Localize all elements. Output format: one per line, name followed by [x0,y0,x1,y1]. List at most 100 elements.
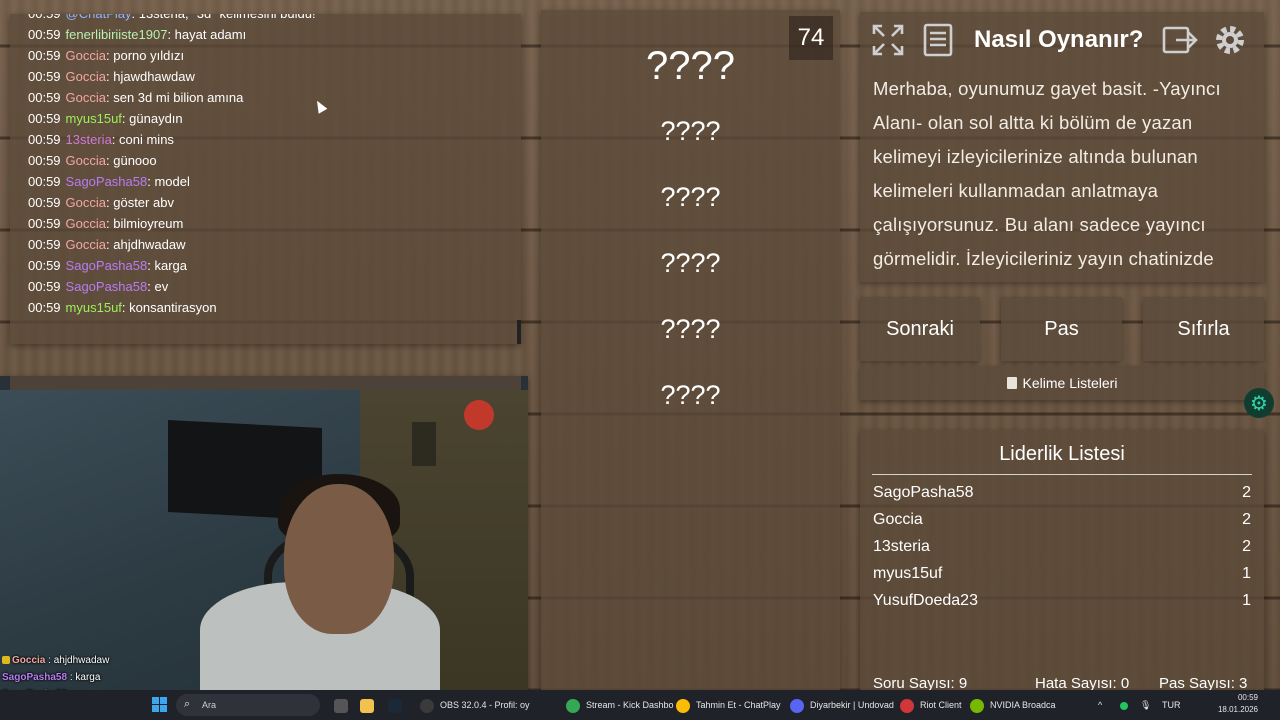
taskbar-app[interactable]: NVIDIA Broadca [970,690,1056,720]
webcam-feed [0,376,528,696]
chat-message: 00:59 Goccia: sen 3d mi bilion amına [10,87,521,108]
overlay-chat-message: Goccia : ahjdhwadaw [2,652,124,669]
chat-username[interactable]: Goccia [66,216,106,231]
taskbar-app-label: Tahmin Et - ChatPlay [696,700,781,710]
taskbar-app[interactable]: Riot Client [900,690,962,720]
extension-gear-icon[interactable]: ⚙ [1244,388,1274,418]
taskbar-app[interactable]: Diyarbekir | Undovad [790,690,894,720]
chat-timestamp: 00:59 [28,27,61,42]
taskbar-app[interactable]: Tahmin Et - ChatPlay [676,690,781,720]
chat-text: : ev [147,279,169,294]
taskbar-search-placeholder: Ara [202,700,217,710]
chat-username[interactable]: Goccia [66,195,106,210]
webcam-person-face [284,484,394,634]
chat-username[interactable]: Goccia [66,153,106,168]
chat-timestamp: 00:59 [28,237,61,252]
taskbar-app-label: NVIDIA Broadca [990,700,1056,710]
chat-username[interactable]: myus15uf [66,111,122,126]
tray-chevron-icon[interactable]: ^ [1098,690,1102,720]
chat-message: 00:59 Goccia: porno yıldızı [10,45,521,66]
chat-username[interactable]: SagoPasha58 [66,258,148,273]
chat-message: 00:59 fenerlibiriiste1907: hayat adamı [10,24,521,45]
chat-message: 00:59 13steria: coni mins [10,129,521,150]
webcam-lamp [412,422,436,466]
chat-timestamp: 00:59 [28,258,61,273]
document-icon[interactable] [920,22,956,58]
taskbar-app-label: Riot Client [920,700,962,710]
chat-text: : sen 3d mi bilion amına [106,90,244,105]
chat-username[interactable]: 13steria [66,132,112,147]
windows-start-icon[interactable] [152,697,167,712]
chat-username[interactable]: @ChatPlay [66,14,132,21]
how-to-play-header: Nasıl Oynanır? [860,12,1264,68]
chat-text: : ahjdhwadaw [106,237,186,252]
taskbar-app-label: Diyarbekir | Undovad [810,700,894,710]
forbidden-word: ???? [660,380,721,410]
word-lists-button[interactable]: Kelime Listeleri [860,366,1264,400]
leaderboard-title: Liderlik Listesi [999,443,1125,465]
app-icon [790,698,804,713]
input-language[interactable]: TUR [1162,690,1181,720]
chat-messages: 00:59 @ChatPlay: 13steria, "3d" kelimesin… [10,14,521,318]
app-icon [676,698,690,713]
chat-username[interactable]: fenerlibiriiste1907 [66,27,168,42]
word-lists-label: Kelime Listeleri [1022,375,1118,391]
chat-text: : coni mins [111,132,174,147]
chat-username[interactable]: myus15uf [66,300,122,315]
next-button[interactable]: Sonraki [860,297,980,361]
player-name: Goccia [873,511,923,528]
tray-status-icon[interactable] [1120,690,1134,720]
forbidden-word: ???? [660,182,721,212]
chat-text: : günooo [106,153,157,168]
chat-username[interactable]: Goccia [66,69,106,84]
chat-timestamp: 00:59 [28,279,61,294]
chat-username[interactable]: SagoPasha58 [66,279,148,294]
fullscreen-icon[interactable] [870,22,906,58]
how-to-play-text: Merhaba, oyunumuz gayet basit. -Yayıncı … [873,78,1221,269]
taskbar-app[interactable]: OBS 32.0.4 - Profil: oy [420,690,530,720]
file-explorer-icon[interactable] [360,690,380,720]
timer: 74 [789,16,833,60]
taskbar-search[interactable]: ⌕ Ara [176,694,320,716]
chat-timestamp: 00:59 [28,111,61,126]
chat-message: 00:59 Goccia: bilmioyreum [10,213,521,234]
chat-timestamp: 00:59 [28,69,61,84]
player-score: 2 [1242,484,1251,501]
gear-icon[interactable] [1212,22,1248,58]
exit-icon[interactable] [1162,22,1198,58]
chat-username[interactable]: Goccia [66,90,106,105]
how-to-play-title: Nasıl Oynanır? [974,26,1144,53]
chat-text: : konsantirasyon [121,300,217,315]
player-name: YusufDoeda23 [873,592,978,609]
chat-username[interactable]: SagoPasha58 [66,174,148,189]
task-view-icon[interactable] [334,690,354,720]
chat-text: : model [147,174,190,189]
chat-message: 00:59 SagoPasha58: ev [10,276,521,297]
chat-timestamp: 00:59 [28,153,61,168]
pass-button[interactable]: Pas [1001,297,1122,361]
reset-button[interactable]: Sıfırla [1143,297,1264,361]
overlay-chat-message: SagoPasha58 : karga [2,669,124,686]
overlay-chat-username: SagoPasha58 [2,672,68,683]
chat-text: : günaydın [121,111,183,126]
taskbar-app[interactable]: Stream - Kick Dashbo [566,690,674,720]
player-score: 2 [1242,538,1251,555]
webcam-top-bar [10,376,521,390]
steam-icon[interactable] [388,690,408,720]
leaderboard-panel: Liderlik Listesi SagoPasha58 2 Goccia 2 13… [860,430,1264,696]
leaderboard-row: 13steria 2 [873,538,1251,565]
chat-username[interactable]: Goccia [66,237,106,252]
taskbar-clock[interactable]: 00:59 18.01.2026 [1218,692,1258,716]
chat-text: : 13steria, "3d" kelimesini buldu! [132,14,316,21]
chat-scrollbar[interactable] [517,320,521,344]
app-icon [970,698,984,713]
chat-username[interactable]: Goccia [66,48,106,63]
windows-taskbar: ⌕ Ara OBS 32.0.4 - Profil: oy Stream - Ki… [0,690,1280,720]
chat-text: : hayat adamı [167,27,247,42]
microphone-icon[interactable]: 🎙 [1140,690,1151,720]
clock-date: 18.01.2026 [1217,705,1258,714]
chat-text: : porno yıldızı [106,48,185,63]
chat-message: 00:59 myus15uf: konsantirasyon [10,297,521,318]
taskbar-app-label: OBS 32.0.4 - Profil: oy [440,700,530,710]
leaderboard-row: SagoPasha58 2 [873,484,1251,511]
